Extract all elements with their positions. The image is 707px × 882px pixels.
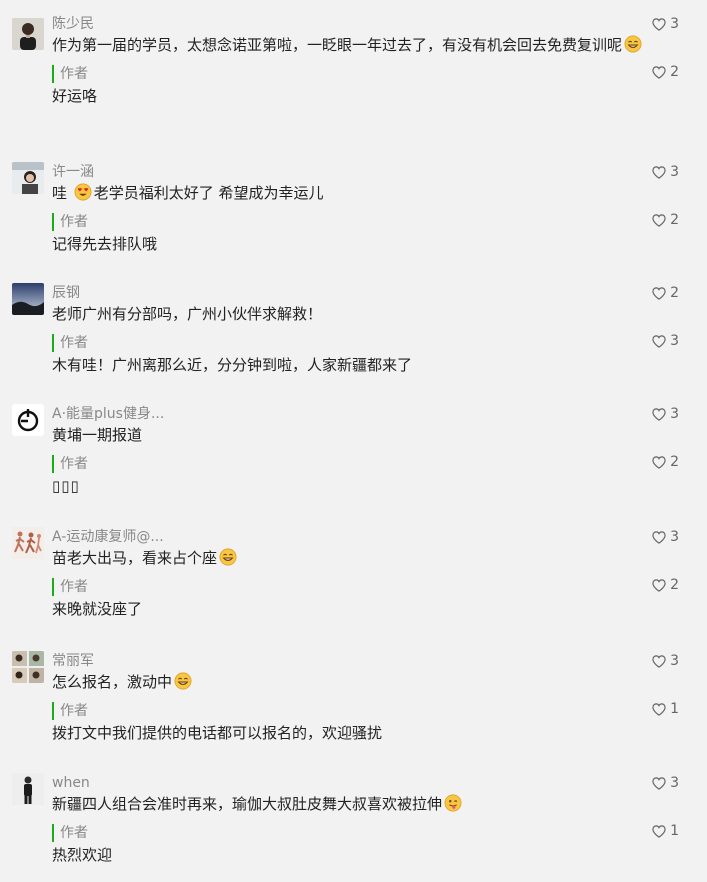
comment-item: when 3 新疆四人组合会准时再来，瑜伽大叔肚皮舞大叔喜欢被拉伸 作者 1 热…	[0, 737, 707, 864]
like-count: 2	[670, 285, 679, 301]
heart-icon	[652, 66, 666, 79]
like-button[interactable]: 3	[652, 162, 679, 182]
comment-nickname: A·能量plus健身...	[52, 406, 165, 422]
like-button[interactable]: 3	[652, 651, 679, 671]
comment-text: 怎么报名，激动中	[52, 671, 679, 694]
runners-avatar-icon[interactable]	[12, 527, 44, 559]
heart-icon	[652, 777, 666, 790]
collage-avatar-icon[interactable]	[12, 651, 44, 683]
grin-emoji-icon	[624, 35, 642, 53]
comment-item: 许一涵 3 哇 老学员福利太好了 希望成为幸运儿 作者 2 记得先去排队哦	[0, 125, 707, 253]
comment-item: 陈少民 3 作为第一届的学员，太想念诺亚第啦，一眨眼一年过去了，有没有机会回去免…	[0, 0, 707, 125]
author-label: 作者	[52, 578, 88, 596]
like-count: 3	[670, 16, 679, 32]
like-count: 2	[670, 212, 679, 228]
like-button[interactable]: 3	[652, 404, 679, 424]
heart-icon	[652, 655, 666, 668]
comment-nickname: A-运动康复师@...	[52, 529, 164, 545]
comment-nickname: 陈少民	[52, 16, 94, 32]
like-button[interactable]: 3	[652, 14, 679, 34]
author-label: 作者	[52, 824, 88, 842]
grin-emoji-icon	[219, 548, 237, 566]
comment-nickname: when	[52, 775, 90, 791]
heart-icon	[652, 531, 666, 544]
heart-icon	[652, 214, 666, 227]
comment-text: 哇 老学员福利太好了 希望成为幸运儿	[52, 183, 324, 202]
like-button[interactable]: 3	[652, 773, 679, 793]
comment-text: 老师广州有分部吗，广州小伙伴求解救！	[52, 305, 323, 323]
like-button[interactable]: 3	[652, 331, 679, 351]
like-count: 1	[670, 823, 679, 839]
like-count: 2	[670, 454, 679, 470]
comment-item: 辰钢 2 老师广州有分部吗，广州小伙伴求解救！ 作者 3 木有哇！广州离那么近，…	[0, 248, 707, 374]
like-button[interactable]: 3	[652, 527, 679, 547]
heart-icon	[652, 703, 666, 716]
like-count: 3	[670, 164, 679, 180]
comment-text: 新疆四人组合会准时再来，瑜伽大叔肚皮舞大叔喜欢被拉伸	[52, 793, 679, 816]
comment-text: 黄埔一期报道	[52, 426, 143, 444]
heart-icon	[652, 825, 666, 838]
comment-text: 作为第一届的学员，太想念诺亚第啦，一眨眼一年过去了，有没有机会回去免费复训呢	[52, 34, 679, 57]
heart-icon	[652, 18, 666, 31]
like-count: 3	[670, 775, 679, 791]
comment-item: 常丽军 3 怎么报名，激动中 作者 1 拨打文中我们提供的电话都可以报名的，欢迎…	[0, 614, 707, 742]
author-label: 作者	[52, 213, 88, 231]
heart-icon	[652, 579, 666, 592]
author-reply: 作者 2 好运咯	[52, 63, 679, 108]
grin-emoji-icon	[174, 672, 192, 690]
comment-nickname: 常丽军	[52, 653, 94, 669]
like-count: 3	[670, 333, 679, 349]
heart-icon	[652, 456, 666, 469]
like-count: 3	[670, 406, 679, 422]
like-button[interactable]: 2	[652, 62, 679, 82]
like-count: 2	[670, 577, 679, 593]
reply-text: 好运咯	[52, 87, 98, 105]
photo-avatar-icon[interactable]	[12, 162, 44, 194]
like-count: 2	[670, 64, 679, 80]
heart-icon	[652, 287, 666, 300]
heart-icon	[652, 335, 666, 348]
landscape-avatar-icon[interactable]	[12, 283, 44, 315]
like-button[interactable]: 2	[652, 452, 679, 472]
like-button[interactable]: 1	[652, 699, 679, 719]
like-count: 3	[670, 529, 679, 545]
like-button[interactable]: 2	[652, 283, 679, 303]
like-button[interactable]: 2	[652, 210, 679, 230]
standing-person-avatar-icon[interactable]	[12, 773, 44, 805]
comment-item: A·能量plus健身... 3 黄埔一期报道 作者 2 ▯▯▯	[0, 369, 707, 495]
like-count: 1	[670, 701, 679, 717]
comment-nickname: 许一涵	[52, 164, 94, 180]
logo-avatar-icon[interactable]	[12, 404, 44, 436]
like-count: 3	[670, 653, 679, 669]
tongue-emoji-icon	[444, 794, 462, 812]
comment-text: 苗老大出马，看来占个座	[52, 547, 679, 570]
comment-item: A-运动康复师@... 3 苗老大出马，看来占个座 作者 2 来晚就没座了	[0, 490, 707, 618]
reply-text: 热烈欢迎	[52, 846, 113, 864]
heart-icon	[652, 166, 666, 179]
author-label: 作者	[52, 455, 88, 473]
comment-list: 陈少民 3 作为第一届的学员，太想念诺亚第啦，一眨眼一年过去了，有没有机会回去免…	[0, 0, 707, 864]
author-reply: 作者 1 热烈欢迎	[52, 822, 679, 867]
author-label: 作者	[52, 65, 88, 83]
person-avatar-icon[interactable]	[12, 18, 44, 50]
heart-eyes-emoji-icon	[74, 183, 92, 201]
author-label: 作者	[52, 702, 88, 720]
heart-icon	[652, 408, 666, 421]
like-button[interactable]: 2	[652, 575, 679, 595]
author-label: 作者	[52, 334, 88, 352]
like-button[interactable]: 1	[652, 821, 679, 841]
comment-nickname: 辰钢	[52, 285, 80, 301]
